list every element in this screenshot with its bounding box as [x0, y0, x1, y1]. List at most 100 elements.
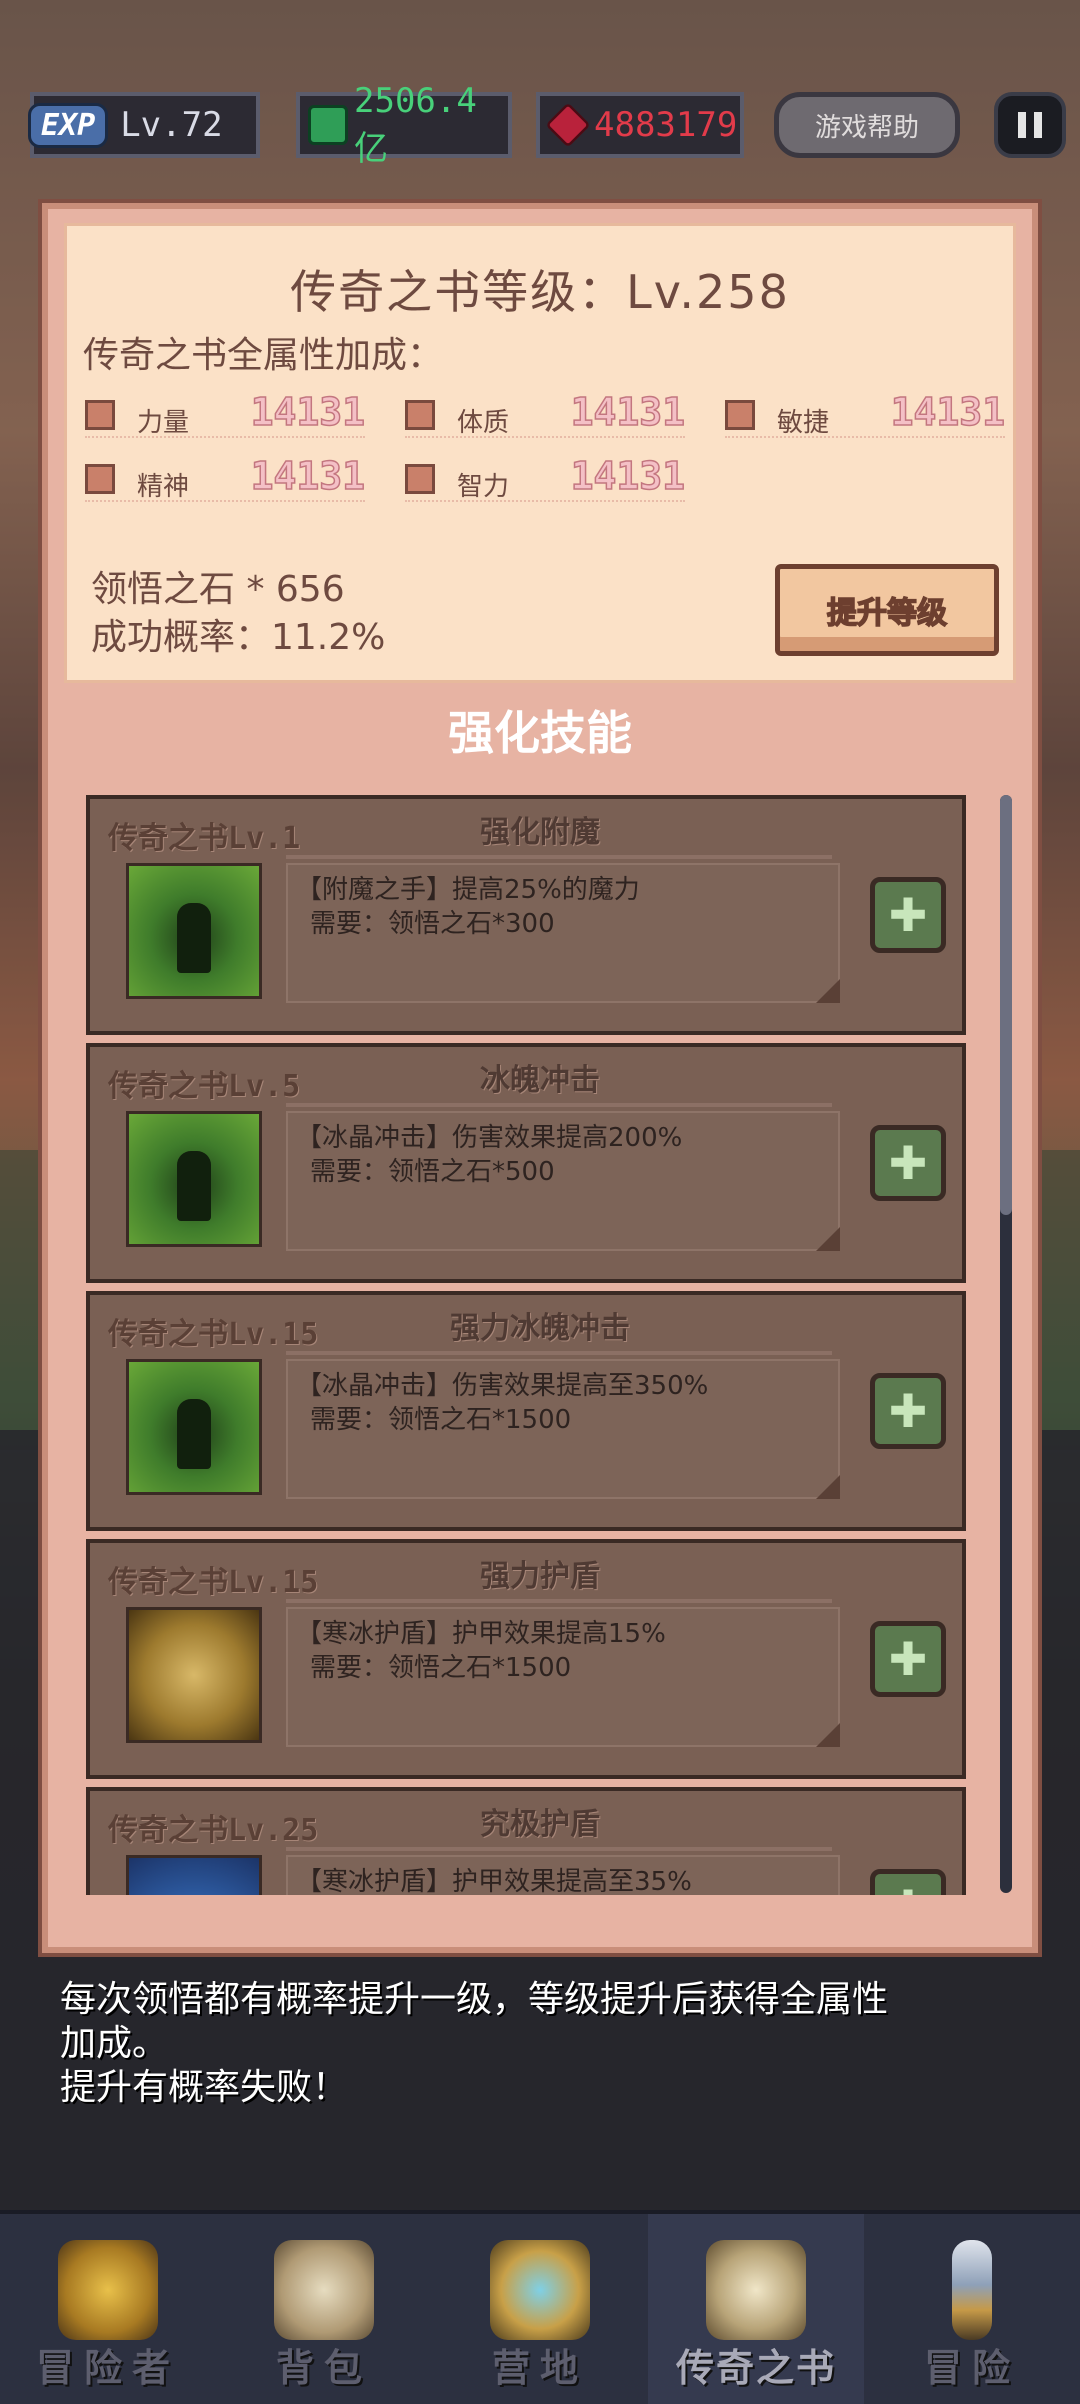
stat-label: 力量	[137, 408, 190, 438]
attribute-bonus-label: 传奇之书全属性加成：	[83, 335, 444, 376]
skill-cost: 需要：领悟之石*300	[310, 909, 555, 939]
exp-badge: EXP	[28, 102, 109, 148]
skill-cost: 需要：领悟之石*1500	[310, 1653, 572, 1683]
learn-skill-button[interactable]: ✚	[870, 1869, 946, 1895]
nav-backpack[interactable]: 背包	[216, 2214, 432, 2404]
backpack-icon	[274, 2240, 374, 2340]
game-help-button[interactable]: 游戏帮助	[774, 92, 960, 158]
skill-card: 传奇之书Lv.5 冰魄冲击 【冰晶冲击】伤害效果提高200% 需要：领悟之石*5…	[86, 1043, 966, 1283]
skill-description: 【冰晶冲击】伤害效果提高至350%	[296, 1371, 709, 1401]
hint-warning: 提升有概率失败！	[60, 2067, 349, 2108]
gold-coin-icon	[308, 105, 348, 145]
divider	[286, 1103, 832, 1107]
skill-required-level: 传奇之书Lv.1	[108, 821, 301, 856]
player-level: Lv.72	[120, 105, 223, 145]
enhance-skills-title: 强化技能	[448, 706, 632, 760]
skill-name: 强力护盾	[480, 1559, 600, 1594]
nav-label: 冒险者	[35, 2346, 180, 2390]
adventurer-crown-icon	[58, 2240, 158, 2340]
legend-book-icon	[706, 2240, 806, 2340]
camp-banner-icon	[490, 2240, 590, 2340]
skill-card: 传奇之书Lv.15 强力冰魄冲击 【冰晶冲击】伤害效果提高至350% 需要：领悟…	[86, 1291, 966, 1531]
skill-required-level: 传奇之书Lv.5	[108, 1069, 301, 1104]
legend-book-panel: 传奇之书等级：Lv.258 传奇之书全属性加成： 力量 14131 体质 141…	[42, 203, 1038, 1953]
stone-info: 领悟之石 * 656 成功概率：11.2%	[91, 566, 385, 662]
skill-list[interactable]: 传奇之书Lv.1 强化附魔 【附魔之手】提高25%的魔力 需要：领悟之石*300…	[86, 795, 966, 1895]
hint-line: 加成。	[60, 2023, 169, 2064]
learn-skill-button[interactable]: ✚	[870, 1125, 946, 1201]
stat-label: 精神	[137, 472, 190, 502]
gold-display: 2506.4亿	[296, 81, 512, 169]
stat-label: 智力	[457, 472, 510, 502]
stat-value: 14131	[570, 453, 686, 499]
skill-description: 【附魔之手】提高25%的魔力	[296, 875, 640, 905]
shield-icon	[126, 1607, 262, 1743]
stat-spirit: 精神 14131	[85, 453, 366, 502]
stat-label: 敏捷	[777, 408, 830, 438]
pause-button[interactable]	[994, 92, 1066, 158]
skill-name: 冰魄冲击	[480, 1063, 600, 1098]
nav-camp[interactable]: 营地	[432, 2214, 648, 2404]
upgrade-hint-text: 每次领悟都有概率提升一级，等级提升后获得全属性 加成。 提升有概率失败！	[60, 1978, 1020, 2110]
stat-label: 体质	[457, 408, 510, 438]
upgrade-level-button[interactable]: 提升等级	[775, 564, 999, 656]
skill-cost: 需要：领悟之石*1500	[310, 1405, 572, 1435]
agility-icon	[725, 400, 755, 430]
nav-label: 传奇之书	[675, 2346, 836, 2390]
insight-stone-count: 领悟之石 * 656	[91, 569, 345, 610]
stat-intelligence: 智力 14131	[405, 453, 686, 502]
ultimate-shield-icon	[126, 1855, 262, 1895]
skill-name: 强化附魔	[480, 815, 600, 850]
divider	[286, 1599, 832, 1603]
skill-name: 究极护盾	[480, 1807, 600, 1842]
skill-description: 【寒冰护盾】护甲效果提高至35%	[296, 1867, 692, 1895]
skill-required-level: 传奇之书Lv.25	[108, 1813, 319, 1848]
divider	[286, 855, 832, 859]
learn-skill-button[interactable]: ✚	[870, 877, 946, 953]
enchant-hands-icon	[126, 863, 262, 999]
skill-card: 传奇之书Lv.25 究极护盾 【寒冰护盾】护甲效果提高至35% ✚	[86, 1787, 966, 1895]
red-gem-icon	[545, 102, 591, 148]
ice-serpent-icon	[126, 1359, 262, 1495]
learn-skill-button[interactable]: ✚	[870, 1373, 946, 1449]
sword-icon	[952, 2240, 992, 2340]
skill-list-scrollbar[interactable]	[1000, 795, 1012, 1893]
bottom-navigation: 冒险者 背包 营地 传奇之书 冒险	[0, 2210, 1080, 2404]
skill-required-level: 传奇之书Lv.15	[108, 1317, 319, 1352]
gem-display: 4883179	[536, 92, 744, 158]
stat-value: 14131	[570, 389, 686, 435]
skill-name: 强力冰魄冲击	[450, 1311, 630, 1346]
figure-silhouette	[177, 903, 211, 973]
nav-adventure[interactable]: 冒险	[864, 2214, 1080, 2404]
legend-book-header: 传奇之书等级：Lv.258 传奇之书全属性加成： 力量 14131 体质 141…	[64, 223, 1016, 683]
nav-label: 营地	[491, 2346, 588, 2390]
exp-level-display: EXP Lv.72	[28, 92, 260, 158]
figure-silhouette	[177, 1151, 211, 1221]
stat-value: 14131	[250, 453, 366, 499]
stat-agility: 敏捷 14131	[725, 389, 1006, 438]
pause-icon	[1018, 112, 1026, 138]
gold-amount: 2506.4亿	[354, 80, 477, 169]
nav-label: 背包	[275, 2346, 372, 2390]
skill-cost: 需要：领悟之石*500	[310, 1157, 555, 1187]
hint-line: 每次领悟都有概率提升一级，等级提升后获得全属性	[60, 1979, 889, 2020]
divider	[286, 1351, 832, 1355]
legend-book-level-title: 传奇之书等级：Lv.258	[290, 265, 790, 319]
gem-amount: 4883179	[594, 105, 738, 145]
constitution-icon	[405, 400, 435, 430]
strength-icon	[85, 400, 115, 430]
stat-value: 14131	[250, 389, 366, 435]
nav-legend-book[interactable]: 传奇之书	[648, 2214, 864, 2404]
figure-silhouette	[177, 1399, 211, 1469]
stat-strength: 力量 14131	[85, 389, 366, 438]
learn-skill-button[interactable]: ✚	[870, 1621, 946, 1697]
intelligence-icon	[405, 464, 435, 494]
skill-description: 【冰晶冲击】伤害效果提高200%	[296, 1123, 683, 1153]
top-status-bar: EXP Lv.72 2506.4亿 4883179 游戏帮助	[0, 81, 1080, 169]
ice-strike-icon	[126, 1111, 262, 1247]
nav-label: 冒险	[923, 2346, 1020, 2390]
scrollbar-thumb[interactable]	[1000, 795, 1012, 1215]
nav-adventurer[interactable]: 冒险者	[0, 2214, 216, 2404]
skill-description: 【寒冰护盾】护甲效果提高15%	[296, 1619, 666, 1649]
success-rate: 成功概率：11.2%	[91, 617, 386, 658]
